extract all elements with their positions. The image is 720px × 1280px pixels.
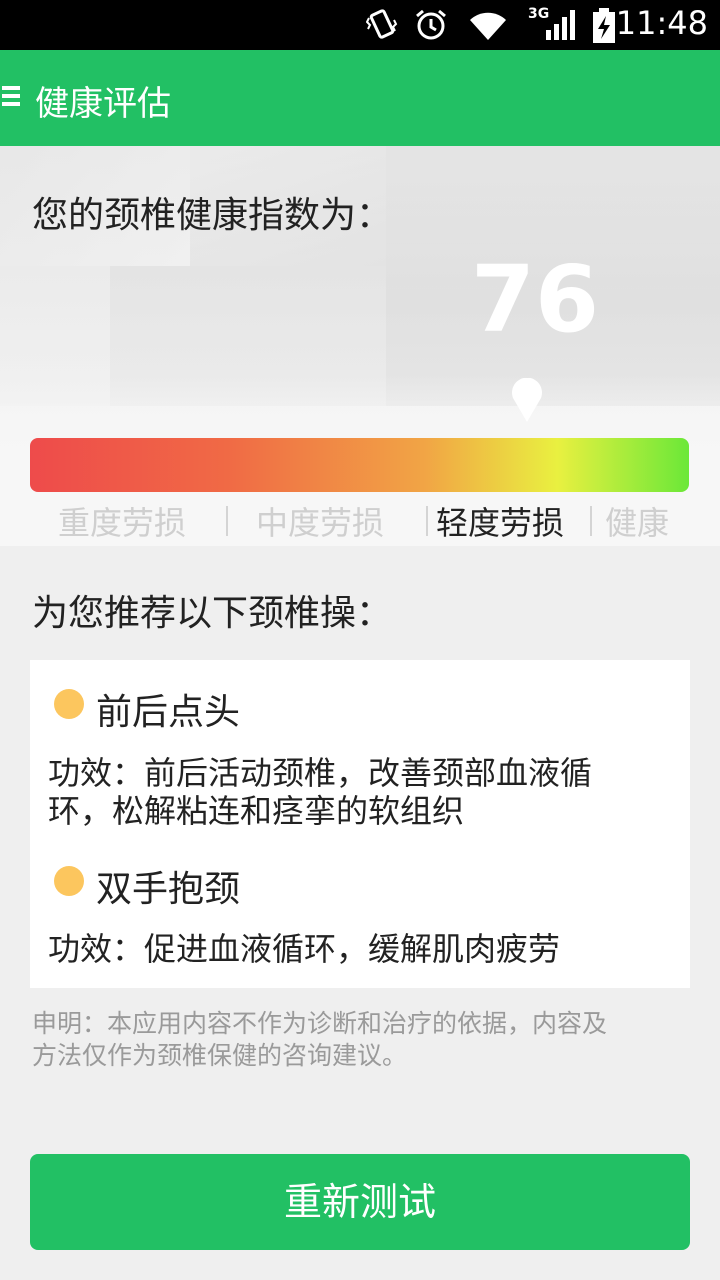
bullet-dot-icon	[54, 689, 84, 719]
vibrate-icon	[366, 9, 398, 39]
bullet-dot-icon	[54, 866, 84, 896]
health-gradient-bar	[30, 438, 689, 492]
level-severe: 重度劳损	[58, 504, 187, 542]
health-score: 76	[470, 246, 600, 353]
score-marker-icon	[512, 378, 542, 422]
wifi-icon	[470, 12, 506, 41]
result-panel: 您的颈椎健康指数为： 76 重度劳损 中度劳损 轻度劳损 健康	[0, 146, 720, 546]
status-bar: 3G 11:48	[0, 0, 720, 50]
exercise-description: 功效：促进血液循环，缓解肌肉疲劳	[48, 930, 561, 968]
health-level-scale: 重度劳损 中度劳损 轻度劳损 健康	[30, 498, 690, 542]
alarm-icon	[416, 9, 446, 40]
exercise-description: 功效：前后活动颈椎，改善颈部血液循 环，松解粘连和痉挛的软组织	[48, 754, 593, 830]
exercise-item[interactable]: 前后点头 功效：前后活动颈椎，改善颈部血液循 环，松解粘连和痉挛的软组织	[30, 660, 690, 840]
recommend-heading: 为您推荐以下颈椎操：	[32, 593, 393, 634]
level-healthy: 健康	[605, 504, 670, 542]
signal-icon	[546, 10, 575, 40]
status-time: 11:48	[615, 4, 708, 42]
level-mild: 轻度劳损	[436, 504, 565, 542]
app-bar: 健康评估	[0, 50, 720, 146]
result-heading: 您的颈椎健康指数为：	[32, 195, 393, 236]
exercise-title: 双手抱颈	[96, 869, 241, 910]
exercise-item[interactable]: 双手抱颈 功效：促进血液循环，缓解肌肉疲劳	[30, 840, 690, 988]
exercise-title: 前后点头	[96, 692, 241, 733]
disclaimer-text: 申明：本应用内容不作为诊断和治疗的依据，内容及 方法仅作为颈椎保健的咨询建议。	[32, 1009, 608, 1070]
retest-button[interactable]: 重新测试	[30, 1154, 690, 1250]
exercise-card: 前后点头 功效：前后活动颈椎，改善颈部血液循 环，松解粘连和痉挛的软组织 双手抱…	[30, 660, 690, 988]
page-title: 健康评估	[35, 84, 171, 124]
battery-charging-icon	[593, 8, 615, 43]
menu-icon[interactable]	[0, 82, 22, 112]
level-moderate: 中度劳损	[256, 504, 385, 542]
